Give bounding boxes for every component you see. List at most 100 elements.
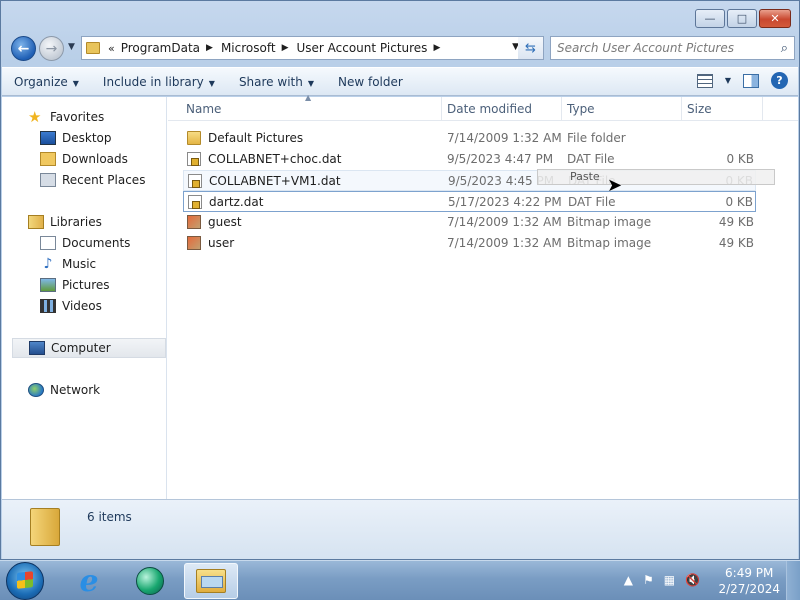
network-status-icon[interactable]: ▦ — [664, 573, 675, 587]
computer-icon — [29, 341, 45, 355]
change-view-icon[interactable] — [696, 73, 713, 88]
column-header-date-modified[interactable]: Date modified — [447, 102, 532, 116]
nav-downloads[interactable]: Downloads — [40, 149, 128, 169]
breadcrumb-arrow-icon[interactable]: ▶ — [433, 43, 440, 53]
minimize-button[interactable]: — — [695, 9, 725, 28]
recent-pages-dropdown-icon[interactable]: ▼ — [68, 42, 75, 52]
help-icon[interactable]: ? — [771, 72, 788, 89]
taskbar-internet-explorer[interactable]: e — [62, 563, 116, 599]
file-type: DAT File — [567, 152, 615, 166]
file-row[interactable]: COLLABNET+choc.dat 9/5/2023 4:47 PM DAT … — [183, 149, 756, 170]
file-type: File folder — [567, 131, 626, 145]
breadcrumb-user-account-pictures[interactable]: User Account Pictures — [296, 41, 427, 55]
share-with-button[interactable]: Share with ▼ — [227, 75, 326, 89]
clock[interactable]: 6:49 PM 2/27/2024 — [718, 565, 780, 597]
nav-libraries-label: Libraries — [50, 215, 102, 229]
column-header-name[interactable]: Name — [186, 102, 221, 116]
nav-pictures[interactable]: Pictures — [40, 275, 110, 295]
overflow-chevron[interactable]: « — [108, 42, 115, 55]
volume-muted-icon[interactable]: 🔇 — [685, 573, 700, 587]
include-in-library-label: Include in library — [102, 74, 204, 89]
nav-libraries[interactable]: Libraries — [28, 212, 102, 232]
search-input[interactable]: Search User Account Pictures ⌕ — [550, 36, 795, 60]
file-row[interactable]: Default Pictures 7/14/2009 1:32 AM File … — [183, 128, 756, 149]
clock-date: 2/27/2024 — [718, 582, 780, 596]
nav-desktop-label: Desktop — [62, 131, 112, 145]
forward-button[interactable]: → — [39, 36, 64, 61]
close-button[interactable]: ✕ — [759, 9, 791, 28]
column-divider[interactable] — [561, 97, 562, 121]
paste-tooltip: Paste — [537, 169, 775, 185]
nav-videos[interactable]: Videos — [40, 296, 102, 316]
nav-music[interactable]: ♪ Music — [40, 254, 97, 274]
file-date: 7/14/2009 1:32 AM — [447, 215, 562, 229]
refresh-button[interactable]: ⇆ — [518, 36, 544, 60]
preview-pane-icon[interactable] — [743, 73, 759, 88]
new-folder-label: New folder — [338, 74, 403, 89]
nav-documents[interactable]: Documents — [40, 233, 130, 253]
downloads-icon — [40, 152, 56, 166]
locked-file-icon — [188, 174, 202, 188]
nav-downloads-label: Downloads — [62, 152, 128, 166]
file-size: 0 KB — [725, 195, 753, 209]
libraries-icon — [28, 215, 44, 229]
search-placeholder: Search User Account Pictures — [557, 41, 734, 55]
desktop-icon — [40, 131, 56, 145]
chevron-down-icon: ▼ — [307, 78, 314, 88]
column-divider[interactable] — [762, 97, 763, 121]
folder-icon — [86, 42, 100, 54]
start-button[interactable] — [6, 562, 44, 600]
recent-places-icon — [40, 173, 56, 187]
organize-button[interactable]: Organize ▼ — [2, 75, 91, 89]
sort-ascending-icon: ▲ — [305, 93, 312, 102]
nav-network[interactable]: Network — [28, 380, 100, 400]
view-options-chevron-icon[interactable]: ▼ — [725, 76, 731, 85]
include-in-library-button[interactable]: Include in library ▼ — [91, 75, 227, 89]
column-header-type[interactable]: Type — [567, 102, 595, 116]
breadcrumb-microsoft[interactable]: Microsoft — [221, 41, 276, 55]
taskbar-windows-explorer[interactable] — [184, 563, 238, 599]
locked-file-icon — [187, 152, 201, 166]
column-divider[interactable] — [441, 97, 442, 121]
file-row[interactable]: user 7/14/2009 1:32 AM Bitmap image 49 K… — [183, 233, 756, 254]
breadcrumb-programdata[interactable]: ProgramData — [121, 41, 200, 55]
star-icon: ★ — [28, 108, 42, 126]
nav-computer[interactable]: Computer — [12, 338, 166, 358]
nav-videos-label: Videos — [62, 299, 102, 313]
system-tray: ▲ ⚑ ▦ 🔇 — [624, 573, 700, 587]
organize-label: Organize — [14, 74, 68, 89]
search-icon[interactable]: ⌕ — [781, 41, 788, 56]
explorer-window: — □ ✕ ← → ▼ « ProgramData ▶ Microsoft ▶ … — [0, 0, 800, 560]
media-player-icon — [136, 567, 164, 595]
action-center-flag-icon[interactable]: ⚑ — [643, 573, 654, 587]
folder-icon — [187, 131, 201, 145]
show-desktop-button[interactable] — [786, 561, 800, 600]
nav-favorites-label: Favorites — [50, 110, 105, 124]
new-folder-button[interactable]: New folder — [326, 75, 415, 89]
locked-file-icon — [188, 195, 202, 209]
maximize-button[interactable]: □ — [727, 9, 757, 28]
network-icon — [28, 383, 44, 397]
breadcrumb-arrow-icon[interactable]: ▶ — [282, 43, 289, 53]
file-row[interactable]: dartz.dat 5/17/2023 4:22 PM DAT File 0 K… — [183, 191, 756, 212]
breadcrumb-arrow-icon[interactable]: ▶ — [206, 43, 213, 53]
windows-explorer-icon — [196, 569, 226, 593]
command-bar: Organize ▼ Include in library ▼ Share with… — [2, 67, 798, 96]
address-bar[interactable]: « ProgramData ▶ Microsoft ▶ User Account… — [81, 36, 526, 60]
file-row[interactable]: guest 7/14/2009 1:32 AM Bitmap image 49 … — [183, 212, 756, 233]
nav-recent-places[interactable]: Recent Places — [40, 170, 145, 190]
command-bar-right: ▼ ? — [696, 72, 788, 89]
videos-icon — [40, 299, 56, 313]
nav-pictures-label: Pictures — [62, 278, 110, 292]
back-button[interactable]: ← — [11, 36, 36, 61]
file-date: 7/14/2009 1:32 AM — [447, 131, 562, 145]
column-divider[interactable] — [681, 97, 682, 121]
folder-icon — [30, 508, 60, 546]
bitmap-icon — [187, 236, 201, 250]
column-header-size[interactable]: Size — [687, 102, 712, 116]
show-hidden-icons-icon[interactable]: ▲ — [624, 573, 633, 587]
nav-favorites[interactable]: ★ Favorites — [28, 107, 104, 127]
taskbar-media-player[interactable] — [123, 563, 177, 599]
nav-desktop[interactable]: Desktop — [40, 128, 112, 148]
file-date: 9/5/2023 4:47 PM — [447, 152, 554, 166]
